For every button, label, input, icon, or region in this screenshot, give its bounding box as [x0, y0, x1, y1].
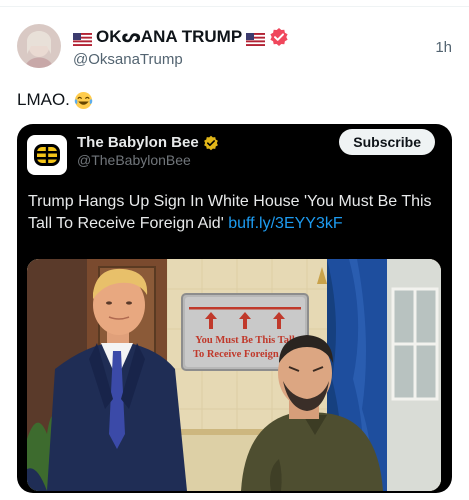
quote-text: Trump Hangs Up Sign In White House 'You … — [28, 191, 443, 235]
quote-media-image[interactable]: You Must Be This Tall To Receive Foreign… — [27, 259, 441, 491]
author-avatar[interactable] — [17, 24, 61, 68]
us-flag-icon — [73, 31, 92, 46]
quote-author-handle[interactable]: @TheBabylonBee — [77, 152, 191, 168]
verified-badge-icon[interactable] — [269, 27, 289, 47]
quoted-tweet-card[interactable]: The Babylon Bee @TheBabylonBee Subscribe… — [17, 124, 452, 493]
quote-link[interactable]: buff.ly/3EYY3kF — [228, 215, 342, 232]
tweet-time[interactable]: 1h — [435, 39, 452, 56]
top-divider — [0, 6, 469, 7]
author-handle[interactable]: @OksanaTrump — [73, 51, 183, 68]
author-name[interactable]: OKᔕANA TRUMP — [96, 27, 242, 47]
sign-text-line1: You Must Be This Tall — [195, 335, 295, 346]
us-flag-icon — [246, 31, 266, 46]
gold-verified-badge-icon — [203, 135, 218, 150]
quote-name-row[interactable]: The Babylon Bee — [77, 134, 219, 151]
tweet-text: LMAO. — [17, 90, 93, 110]
tweet-body: LMAO. — [17, 90, 70, 109]
subscribe-button[interactable]: Subscribe — [339, 129, 435, 155]
quote-author-name[interactable]: The Babylon Bee — [77, 134, 199, 151]
tears-of-joy-emoji-icon — [74, 91, 93, 110]
babylon-bee-logo-icon[interactable] — [27, 135, 67, 175]
author-name-row[interactable]: OKᔕANA TRUMP — [73, 27, 289, 47]
